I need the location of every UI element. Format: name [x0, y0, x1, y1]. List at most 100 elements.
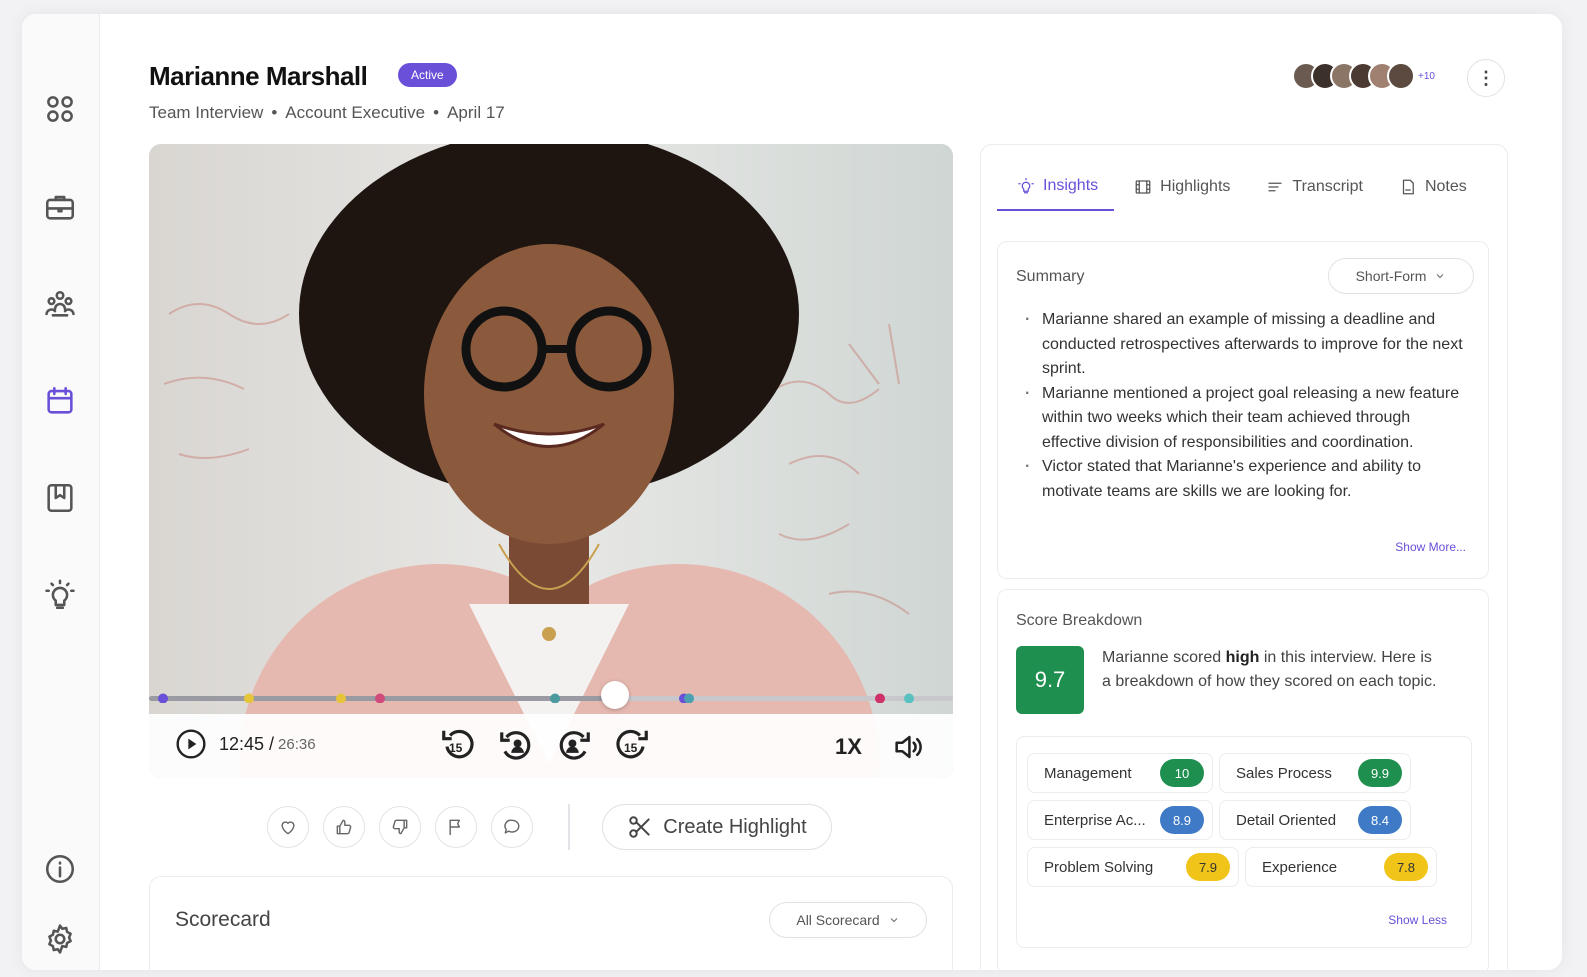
- sidebar-item-interviews[interactable]: [37, 378, 83, 424]
- topic-chip[interactable]: Experience 7.8: [1245, 847, 1437, 887]
- player-controls: 12:45 / 26:36 15 15 1X: [149, 714, 953, 778]
- current-time: 12:45 /: [219, 733, 275, 754]
- kebab-icon: ⋮: [1477, 67, 1495, 88]
- topic-score: 9.9: [1358, 759, 1402, 787]
- topic-scores: Management 10 Sales Process 9.9 Enterpri…: [1016, 736, 1472, 948]
- participant-more-count: +10: [1418, 70, 1435, 82]
- tab-transcript[interactable]: Transcript: [1246, 165, 1379, 211]
- timeline-marker[interactable]: [904, 693, 914, 704]
- status-badge: Active: [398, 63, 457, 87]
- playback-buttons: 15 15: [439, 726, 651, 764]
- flag-button[interactable]: [435, 806, 477, 848]
- summary-format-value: Short-Form: [1355, 268, 1427, 284]
- calendar-icon: [47, 386, 73, 414]
- meta-separator: •: [271, 103, 278, 122]
- topic-chip[interactable]: Management 10: [1027, 753, 1213, 793]
- timeline-marker[interactable]: [336, 693, 346, 704]
- play-icon[interactable]: [175, 728, 207, 760]
- sidebar-item-candidates[interactable]: [37, 281, 83, 327]
- scissors-icon: [629, 816, 650, 838]
- topic-score: 10: [1160, 759, 1204, 787]
- topic-chip[interactable]: Enterprise Ac... 8.9: [1027, 800, 1213, 840]
- tab-label: Transcript: [1292, 178, 1363, 195]
- video-player[interactable]: 12:45 / 26:36 15 15 1X: [149, 144, 953, 778]
- topic-chip[interactable]: Problem Solving 7.9: [1027, 847, 1239, 887]
- favorite-button[interactable]: [267, 806, 309, 848]
- topic-score: 8.4: [1358, 806, 1402, 834]
- topic-name: Management: [1044, 764, 1132, 782]
- timeline-marker[interactable]: [875, 693, 885, 704]
- timeline-marker[interactable]: [550, 693, 560, 704]
- show-less-link[interactable]: Show Less: [1388, 913, 1447, 927]
- create-highlight-button[interactable]: Create Highlight: [602, 804, 832, 850]
- comment-button[interactable]: [491, 806, 533, 848]
- skip-forward-button[interactable]: 15: [613, 726, 651, 764]
- topic-score: 8.9: [1160, 806, 1204, 834]
- topic-name: Experience: [1262, 858, 1338, 876]
- previous-speaker-icon[interactable]: [497, 726, 535, 764]
- sidebar-item-info[interactable]: [37, 846, 83, 892]
- topic-name: Sales Process: [1236, 764, 1332, 782]
- interview-meta: Team Interview • Account Executive • Apr…: [149, 103, 505, 123]
- grid-icon: [47, 96, 73, 122]
- flag-icon: [449, 819, 461, 836]
- book-icon: [47, 483, 73, 513]
- score-breakdown-card: Score Breakdown 9.7 Marianne scored high…: [997, 589, 1489, 970]
- timeline-marker[interactable]: [158, 693, 168, 704]
- skip-back-button[interactable]: 15: [439, 726, 477, 764]
- topic-name: Detail Oriented: [1236, 811, 1337, 829]
- participant-avatars[interactable]: +10: [1292, 62, 1435, 90]
- tab-notes[interactable]: Notes: [1379, 165, 1483, 211]
- summary-bullet: Marianne mentioned a project goal releas…: [1022, 382, 1472, 456]
- sidebar-item-jobs[interactable]: [37, 184, 83, 230]
- score-text-bold: high: [1225, 649, 1260, 666]
- scorecard-filter-dropdown[interactable]: All Scorecard: [769, 902, 927, 938]
- sidebar: [22, 14, 100, 970]
- avatar: [1387, 62, 1415, 90]
- tab-label: Notes: [1424, 178, 1467, 195]
- skip-back-seconds: 15: [449, 741, 463, 755]
- comment-icon: [504, 819, 520, 834]
- timeline-marker[interactable]: [375, 693, 385, 704]
- scorecard-title: Scorecard: [175, 908, 271, 931]
- topic-chip[interactable]: Sales Process 9.9: [1219, 753, 1411, 793]
- heart-icon: [281, 821, 295, 835]
- gear-icon: [48, 924, 72, 954]
- interview-role: Account Executive: [285, 103, 426, 122]
- show-more-link[interactable]: Show More...: [1395, 540, 1466, 554]
- topic-chip[interactable]: Detail Oriented 8.4: [1219, 800, 1411, 840]
- sidebar-item-library[interactable]: [37, 475, 83, 521]
- sidebar-item-settings[interactable]: [37, 916, 83, 962]
- lightbulb-icon: [1018, 177, 1034, 194]
- timeline-track: [149, 693, 953, 704]
- summary-format-dropdown[interactable]: Short-Form: [1328, 258, 1474, 294]
- volume-icon[interactable]: [889, 730, 927, 764]
- lightbulb-icon: [45, 579, 75, 610]
- summary-card: Summary Short-Form Marianne shared an ex…: [997, 241, 1489, 579]
- thumbs-down-icon: [392, 819, 408, 835]
- tab-label: Insights: [1043, 177, 1099, 194]
- score-description: Marianne scored high in this interview. …: [1102, 646, 1442, 694]
- thumbs-up-button[interactable]: [323, 806, 365, 848]
- more-options-button[interactable]: ⋮: [1467, 59, 1505, 97]
- reaction-bar: [267, 806, 533, 848]
- timeline-marker[interactable]: [244, 693, 254, 704]
- playback-speed-button[interactable]: 1X: [835, 734, 862, 760]
- sidebar-item-dashboard[interactable]: [37, 86, 83, 132]
- toolbar-divider: [568, 804, 570, 850]
- insights-panel: Insights Highlights Transcript Notes Sum…: [980, 144, 1508, 970]
- duration: 26:36: [278, 735, 316, 753]
- thumbs-down-button[interactable]: [379, 806, 421, 848]
- tab-insights[interactable]: Insights: [997, 165, 1115, 211]
- next-speaker-icon[interactable]: [555, 726, 593, 764]
- tab-highlights[interactable]: Highlights: [1114, 165, 1246, 211]
- create-highlight-label: Create Highlight: [663, 815, 807, 838]
- app-window: Marianne Marshall Active Team Interview …: [22, 14, 1562, 970]
- film-icon: [1135, 180, 1151, 194]
- skip-forward-seconds: 15: [624, 741, 638, 755]
- video-timeline[interactable]: [149, 681, 953, 709]
- sidebar-item-insights[interactable]: [37, 572, 83, 618]
- thumbs-up-icon: [336, 819, 352, 835]
- video-frame-image: [149, 144, 953, 778]
- lines-icon: [1268, 182, 1283, 192]
